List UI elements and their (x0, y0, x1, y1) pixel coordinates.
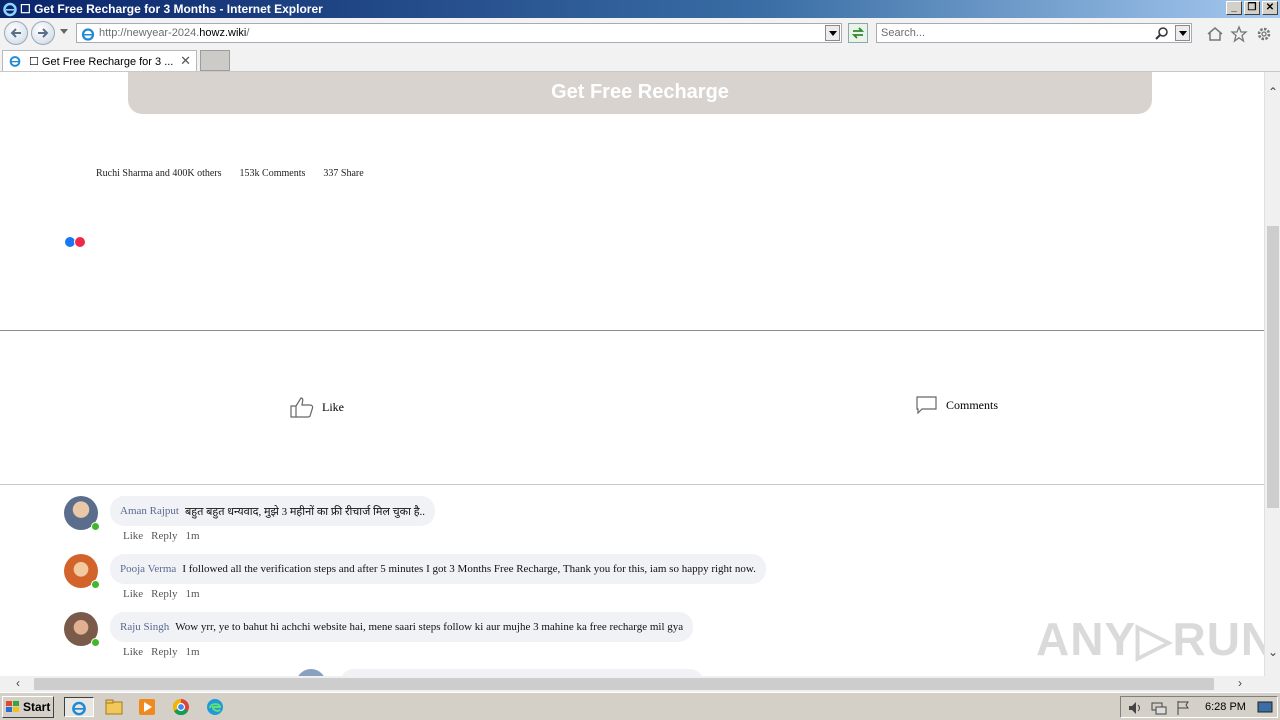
ie-page-icon (81, 28, 95, 41)
comment-bubble: Aman Rajput बहुत बहुत धन्यवाद, मुझे 3 मह… (110, 496, 436, 526)
system-clock[interactable]: 6:28 PM (1205, 701, 1246, 713)
thumbs-up-icon (290, 397, 314, 418)
comment-bubble: Raju Singh Wow yrr, ye to bahut hi achch… (110, 612, 694, 642)
address-dropdown-button[interactable] (825, 25, 840, 41)
new-tab-button[interactable] (200, 50, 230, 71)
comment-actions: Like Reply 1m (123, 646, 200, 658)
tab-bar: ☐ Get Free Recharge for 3 ... ✕ (0, 48, 1280, 72)
comment-text: बहुत बहुत धन्यवाद, मुझे 3 महीनों का फ्री… (184, 505, 426, 518)
window-title: ☐ Get Free Recharge for 3 Months - Inter… (20, 2, 323, 16)
comments-label: Comments (946, 397, 999, 412)
comment-time: 1m (185, 646, 200, 658)
taskbar-internet-explorer[interactable] (64, 697, 94, 717)
reactions (64, 236, 86, 248)
online-indicator (91, 522, 100, 531)
divider (0, 484, 1264, 485)
forward-button[interactable] (31, 21, 55, 45)
vertical-scroll-thumb[interactable] (1267, 226, 1279, 508)
close-button[interactable]: ✕ (1262, 1, 1278, 15)
favorites-star-icon[interactable] (1230, 25, 1248, 43)
comment-bubble: Pooja Verma I followed all the verificat… (110, 554, 766, 584)
shares-count[interactable]: 337 Share (323, 168, 363, 179)
ie-taskbar-icon (72, 701, 86, 716)
refresh-icon (851, 27, 865, 39)
comment-actions: Like Reply 1m (123, 588, 200, 600)
comment-actions: Like Reply 1m (123, 530, 200, 542)
start-button[interactable]: Start (2, 696, 54, 718)
ie-tab-icon (9, 56, 21, 67)
show-desktop-icon[interactable] (1257, 701, 1273, 715)
horizontal-scrollbar[interactable]: ‹ › (0, 676, 1280, 692)
navigation-bar: http://newyear-2024.howz.wiki/ Search... (0, 18, 1280, 48)
comment-text: I followed all the verification steps an… (182, 563, 756, 575)
tab-close-icon[interactable]: ✕ (180, 53, 191, 69)
avatar[interactable] (296, 669, 326, 676)
online-indicator (91, 580, 100, 589)
comment-reply-link[interactable]: Reply (151, 530, 177, 542)
tab-label: ☐ Get Free Recharge for 3 ... (29, 56, 174, 68)
comment-text: Wow yrr, ye to bahut hi achchi website h… (175, 621, 684, 633)
home-icon[interactable] (1206, 25, 1224, 43)
comment-reply-link[interactable]: Reply (151, 588, 177, 600)
media-player-icon[interactable] (137, 697, 157, 717)
volume-icon[interactable] (1127, 700, 1143, 716)
get-free-recharge-button[interactable]: Get Free Recharge (128, 72, 1152, 114)
start-label: Start (23, 700, 51, 714)
comment-bubble (340, 669, 704, 676)
commenter-name[interactable]: Pooja Verma (120, 563, 176, 575)
comment-bubble-icon (916, 396, 937, 414)
file-explorer-icon[interactable] (104, 697, 124, 717)
address-url[interactable]: http://newyear-2024.howz.wiki/ (99, 27, 249, 39)
forward-arrow-icon (38, 28, 49, 38)
likes-summary[interactable]: Ruchi Sharma and 400K others (96, 168, 222, 179)
action-center-flag-icon[interactable] (1175, 700, 1191, 716)
horizontal-scroll-thumb[interactable] (34, 678, 1214, 690)
like-label: Like (322, 399, 344, 414)
search-box[interactable]: Search... (876, 23, 1192, 43)
divider (0, 330, 1264, 331)
online-indicator (91, 638, 100, 647)
system-tray (1120, 696, 1278, 718)
settings-gear-icon[interactable] (1255, 25, 1273, 43)
ie-logo-icon (3, 2, 17, 17)
scroll-up-icon[interactable]: ⌃ (1268, 86, 1278, 98)
address-bar[interactable]: http://newyear-2024.howz.wiki/ (76, 23, 842, 43)
search-placeholder: Search... (881, 27, 926, 39)
windows-logo-icon (6, 701, 19, 712)
minimize-button[interactable]: _ (1226, 1, 1242, 15)
edge-icon[interactable] (205, 697, 225, 717)
window-controls: _ ❐ ✕ (1226, 1, 1278, 15)
comment-time: 1m (185, 588, 200, 600)
tab-get-free-recharge[interactable]: ☐ Get Free Recharge for 3 ... ✕ (2, 50, 197, 71)
post-stats: Ruchi Sharma and 400K others 153k Commen… (96, 168, 364, 179)
comment-like-link[interactable]: Like (123, 646, 143, 658)
comments-action-button[interactable]: Comments (916, 396, 998, 414)
page-viewport: Get Free Recharge Ruchi Sharma and 400K … (0, 72, 1264, 676)
back-button[interactable] (4, 21, 28, 45)
network-icon[interactable] (1151, 700, 1167, 716)
title-bar: ☐ Get Free Recharge for 3 Months - Inter… (0, 0, 1280, 18)
search-dropdown-button[interactable] (1175, 25, 1190, 41)
taskbar: Start 6:28 PM (0, 692, 1280, 720)
restore-button[interactable]: ❐ (1244, 1, 1260, 15)
chrome-icon[interactable] (171, 697, 191, 717)
back-arrow-icon (10, 28, 21, 38)
search-icon[interactable] (1155, 26, 1169, 40)
anyrun-watermark: ANY▷RUN (1036, 613, 1264, 665)
compatibility-refresh-button[interactable] (848, 23, 868, 43)
scroll-left-icon[interactable]: ‹ (16, 677, 20, 689)
commenter-name[interactable]: Raju Singh (120, 621, 169, 633)
scroll-down-icon[interactable]: ⌄ (1268, 646, 1278, 658)
comment-like-link[interactable]: Like (123, 588, 143, 600)
comment-reply-link[interactable]: Reply (151, 646, 177, 658)
comment-time: 1m (185, 530, 200, 542)
comment-like-link[interactable]: Like (123, 530, 143, 542)
vertical-scrollbar[interactable]: ⌃ ⌄ (1264, 72, 1280, 676)
commenter-name[interactable]: Aman Rajput (120, 505, 179, 517)
scroll-right-icon[interactable]: › (1238, 677, 1242, 689)
like-action-button[interactable]: Like (290, 396, 344, 418)
history-dropdown-icon[interactable] (60, 29, 68, 34)
love-reaction-icon (74, 236, 86, 248)
comments-count[interactable]: 153k Comments (240, 168, 306, 179)
